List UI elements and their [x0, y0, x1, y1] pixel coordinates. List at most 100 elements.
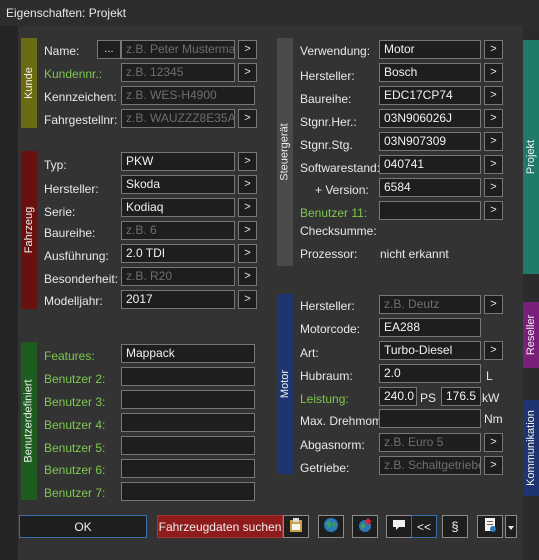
- modelljahr-field[interactable]: 2017: [121, 290, 235, 309]
- kennzeichen-field[interactable]: z.B. WES-H4900: [121, 86, 255, 105]
- version-field[interactable]: 6584: [379, 178, 481, 197]
- ausfuehrung-arrow-button[interactable]: >: [238, 244, 257, 263]
- leistung-kw-unit: kW: [482, 391, 500, 405]
- name-picker-button[interactable]: ...: [97, 40, 121, 59]
- fahrgestellnr-field[interactable]: z.B. WAUZZZ8E35A235: [121, 109, 235, 128]
- fahrgestellnr-arrow-button[interactable]: >: [238, 109, 257, 128]
- serie-field[interactable]: Kodiaq: [121, 198, 235, 217]
- softwarestand-field[interactable]: 040741: [379, 155, 481, 174]
- label-getriebe: Getriebe:: [300, 461, 350, 475]
- globe-upload-button[interactable]: [352, 515, 378, 538]
- art-arrow-button[interactable]: >: [484, 341, 503, 360]
- hersteller-field[interactable]: Skoda: [121, 175, 235, 194]
- leistung-kw-field[interactable]: 176.5: [441, 387, 481, 406]
- benutzer-2-field[interactable]: [121, 367, 255, 386]
- chevron-down-icon: [507, 520, 515, 534]
- version-arrow-button[interactable]: >: [484, 178, 503, 197]
- label-stgnr-stg: Stgnr.Stg.: [300, 138, 353, 152]
- paragraph-button[interactable]: §: [442, 515, 468, 538]
- modelljahr-arrow-button[interactable]: >: [238, 290, 257, 309]
- stgnr-her-arrow-button[interactable]: >: [484, 109, 503, 128]
- kundennr-arrow-button[interactable]: >: [238, 63, 257, 82]
- globe-button[interactable]: [318, 515, 344, 538]
- name-field[interactable]: z.B. Peter Mustermann: [121, 40, 235, 59]
- group-fahrzeug: Fahrzeug: [21, 151, 37, 309]
- benutzer-6-field[interactable]: [121, 459, 255, 478]
- benutzer-7-field[interactable]: [121, 482, 255, 501]
- stg-baureihe-arrow-button[interactable]: >: [484, 86, 503, 105]
- document-settings-button[interactable]: [477, 515, 503, 538]
- motor-hersteller-field[interactable]: z.B. Deutz: [379, 295, 481, 314]
- stg-hersteller-arrow-button[interactable]: >: [484, 63, 503, 82]
- stgnr-stg-arrow-button[interactable]: >: [484, 132, 503, 151]
- name-arrow-button[interactable]: >: [238, 40, 257, 59]
- label-benutzer-2: Benutzer 2:: [44, 372, 106, 386]
- motorcode-field[interactable]: EA288: [379, 318, 481, 337]
- benutzer-4-field[interactable]: [121, 413, 255, 432]
- ok-button[interactable]: OK: [19, 515, 147, 538]
- left-shadow: [0, 26, 18, 560]
- label-typ: Typ:: [44, 158, 67, 172]
- besonderheit-arrow-button[interactable]: >: [238, 267, 257, 286]
- verwendung-field[interactable]: Motor: [379, 40, 481, 59]
- dropdown-button[interactable]: [505, 515, 517, 538]
- tab-projekt[interactable]: Projekt: [523, 40, 539, 274]
- label-benutzer-4: Benutzer 4:: [44, 418, 106, 432]
- abgasnorm-arrow-button[interactable]: >: [484, 433, 503, 452]
- verwendung-arrow-button[interactable]: >: [484, 40, 503, 59]
- label-baureihe: Baureihe:: [44, 226, 96, 240]
- kundennr-field[interactable]: z.B. 12345: [121, 63, 235, 82]
- leistung-ps-field[interactable]: 240.0: [379, 387, 417, 406]
- comment-icon: [391, 517, 407, 536]
- label-benutzer-7: Benutzer 7:: [44, 486, 106, 500]
- abgasnorm-field[interactable]: z.B. Euro 5: [379, 433, 481, 452]
- collapse-button[interactable]: <<: [411, 515, 437, 538]
- benutzer-11-field[interactable]: [379, 201, 481, 220]
- baureihe-field[interactable]: z.B. 6: [121, 221, 235, 240]
- label-motor-hersteller: Hersteller:: [300, 299, 355, 313]
- art-field[interactable]: Turbo-Diesel: [379, 341, 481, 360]
- clipboard-button[interactable]: [283, 515, 309, 538]
- tab-reseller[interactable]: Reseller: [523, 302, 539, 368]
- drehmom-field[interactable]: [379, 409, 481, 428]
- label-benutzer-11: Benutzer 11:: [300, 206, 368, 220]
- getriebe-field[interactable]: z.B. Schaltgetriebe: [379, 456, 481, 475]
- group-motor: Motor: [277, 294, 293, 474]
- label-version: + Version:: [315, 183, 369, 197]
- label-stgnr-her: Stgnr.Her.:: [300, 115, 357, 129]
- ausfuehrung-field[interactable]: 2.0 TDI: [121, 244, 235, 263]
- fahrzeugdaten-suchen-button[interactable]: Fahrzeugdaten suchen: [157, 515, 283, 538]
- typ-field[interactable]: PKW: [121, 152, 235, 171]
- label-stg-baureihe: Baureihe:: [300, 92, 352, 106]
- stgnr-her-field[interactable]: 03N906026J: [379, 109, 481, 128]
- label-drehmom: Max. Drehmom.: [300, 414, 386, 428]
- softwarestand-arrow-button[interactable]: >: [484, 155, 503, 174]
- label-art: Art:: [300, 346, 319, 360]
- benutzer-3-field[interactable]: [121, 390, 255, 409]
- benutzer-5-field[interactable]: [121, 436, 255, 455]
- hersteller-arrow-button[interactable]: >: [238, 175, 257, 194]
- drehmom-unit: Nm: [484, 412, 503, 426]
- baureihe-arrow-button[interactable]: >: [238, 221, 257, 240]
- benutzer-11-arrow-button[interactable]: >: [484, 201, 503, 220]
- label-benutzer-5: Benutzer 5:: [44, 441, 106, 455]
- tab-kommunikation[interactable]: Kommunikation: [523, 400, 539, 496]
- features-field[interactable]: Mappack: [121, 344, 255, 363]
- stg-hersteller-field[interactable]: Bosch: [379, 63, 481, 82]
- label-benutzer-3: Benutzer 3:: [44, 395, 106, 409]
- typ-arrow-button[interactable]: >: [238, 152, 257, 171]
- leistung-ps-unit: PS: [420, 391, 437, 405]
- getriebe-arrow-button[interactable]: >: [484, 456, 503, 475]
- besonderheit-field[interactable]: z.B. R20: [121, 267, 235, 286]
- stg-baureihe-field[interactable]: EDC17CP74: [379, 86, 481, 105]
- group-kunde: Kunde: [21, 38, 37, 128]
- group-steuergeraet: Steuergerät: [277, 38, 293, 266]
- stgnr-stg-field[interactable]: 03N907309: [379, 132, 481, 151]
- label-ausfuehrung: Ausführung:: [44, 249, 109, 263]
- serie-arrow-button[interactable]: >: [238, 198, 257, 217]
- comment-button[interactable]: [386, 515, 412, 538]
- motor-hersteller-arrow-button[interactable]: >: [484, 295, 503, 314]
- label-motorcode: Motorcode:: [300, 322, 361, 336]
- label-abgasnorm: Abgasnorm:: [300, 438, 365, 452]
- hubraum-field[interactable]: 2.0: [379, 364, 481, 383]
